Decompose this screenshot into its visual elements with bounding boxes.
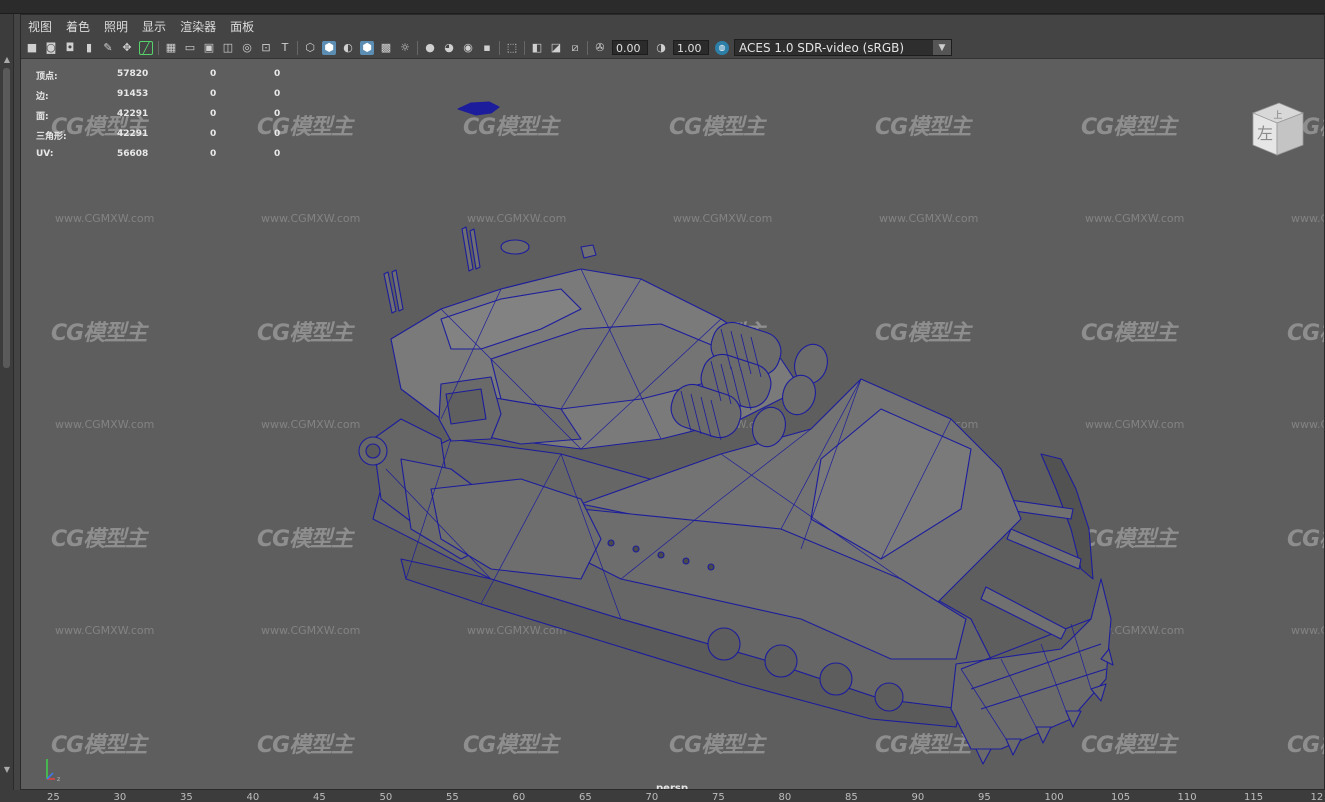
axis-gizmo: z [46, 759, 60, 783]
two-d-zoom-icon[interactable]: ╱ [139, 40, 153, 55]
motion-blur-icon[interactable]: ◉ [461, 41, 475, 55]
smooth-shade-icon[interactable]: ⬢ [322, 40, 336, 55]
camera-attributes-icon[interactable]: ◙ [44, 41, 58, 55]
ruler-tick-label: 30 [113, 792, 127, 802]
dropdown-arrow-icon[interactable]: ▼ [933, 40, 951, 55]
view-transform-value: ACES 1.0 SDR-video (sRGB) [739, 41, 905, 55]
bookmark-icon[interactable]: ◘ [63, 41, 77, 55]
grease-pencil-icon[interactable]: ✎ [101, 41, 115, 55]
ruler-tick-label: 85 [845, 792, 858, 802]
view-cube[interactable]: 上 左 [1245, 99, 1305, 157]
resolution-gate-icon[interactable]: ▣ [202, 41, 216, 55]
safe-action-icon[interactable]: ⊡ [259, 41, 273, 55]
default-material-icon[interactable]: ◐ [341, 41, 355, 55]
tank-wireframe-model[interactable] [21, 59, 1324, 789]
viewport-panel: 视图 着色 照明 显示 渲染器 面板 ■ ◙ ◘ ▮ ✎ ✥ ╱ ▦ ▭ ▣ ◫… [20, 14, 1325, 790]
svg-text:z: z [57, 776, 60, 783]
color-management-icon[interactable]: ◍ [715, 40, 729, 55]
ruler-tick-label: 60 [512, 792, 526, 802]
ruler-tick-label: 95 [978, 792, 991, 802]
title-strip [0, 0, 1325, 14]
gate-mask-icon[interactable]: ◫ [221, 41, 235, 55]
ruler-tick-label: 110 [1177, 792, 1197, 802]
film-gate-icon[interactable]: ▭ [183, 41, 197, 55]
left-scrollbar[interactable] [3, 68, 10, 368]
use-all-lights-icon[interactable]: ☼ [398, 41, 412, 55]
xray-joints-icon[interactable]: ◪ [549, 41, 563, 55]
shadows-icon[interactable]: ● [423, 41, 437, 55]
wireframe-icon[interactable]: ⬡ [303, 41, 317, 55]
gamma-icon[interactable]: ◑ [654, 41, 668, 55]
panel-menu-bar: 视图 着色 照明 显示 渲染器 面板 [21, 15, 1324, 37]
xray-active-icon[interactable]: ⧄ [568, 41, 582, 55]
screen-space-ao-icon[interactable]: ◕ [442, 41, 456, 55]
wireframe-on-shaded-icon[interactable]: ⬢ [360, 40, 374, 55]
panel-toolbar: ■ ◙ ◘ ▮ ✎ ✥ ╱ ▦ ▭ ▣ ◫ ◎ ⊡ T ⬡ ⬢ ◐ ⬢ ▩ ☼ … [21, 37, 1324, 59]
xray-icon[interactable]: ◧ [530, 41, 544, 55]
maya-viewport-window: ▲ ▼ 视图 着色 照明 显示 渲染器 面板 ■ ◙ ◘ ▮ ✎ ✥ ╱ ▦ ▭… [0, 0, 1325, 802]
image-plane-icon[interactable]: ▮ [82, 41, 96, 55]
gamma-field[interactable]: 1.00 [673, 40, 709, 55]
scroll-down-arrow-icon[interactable]: ▼ [2, 766, 12, 774]
menu-renderer[interactable]: 渲染器 [180, 18, 216, 35]
camera-select-icon[interactable]: ■ [25, 41, 39, 55]
camera-name-label: persp [656, 783, 688, 789]
ruler-tick-label: 105 [1111, 792, 1131, 802]
isolate-select-icon[interactable]: ⬚ [505, 41, 519, 55]
exposure-field[interactable]: 0.00 [612, 40, 648, 55]
ruler-tick-label: 75 [712, 792, 725, 802]
perspective-viewport[interactable]: CG模型主CG模型主CG模型主CG模型主CG模型主CG模型主CG模型主CG模型主… [21, 59, 1324, 789]
menu-shading[interactable]: 着色 [66, 18, 90, 35]
ruler-tick-label: 55 [446, 792, 459, 802]
ruler-tick-label: 100 [1044, 792, 1064, 802]
exposure-icon[interactable]: ✇ [593, 41, 607, 55]
left-shelf: ▲ ▼ [0, 14, 14, 802]
safe-title-icon[interactable]: T [278, 41, 292, 55]
view-transform-dropdown[interactable]: ACES 1.0 SDR-video (sRGB) ▼ [734, 39, 952, 56]
ruler-tick-label: 65 [579, 792, 592, 802]
field-chart-icon[interactable]: ◎ [240, 41, 254, 55]
menu-lighting[interactable]: 照明 [104, 18, 128, 35]
ruler-tick-label: 70 [645, 792, 659, 802]
menu-view[interactable]: 视图 [28, 18, 52, 35]
two-d-pan-icon[interactable]: ✥ [120, 41, 134, 55]
viewcube-top-label: 上 [1273, 110, 1282, 121]
ruler-tick-label: 25 [47, 792, 60, 802]
ruler-tick-label: 45 [313, 792, 326, 802]
anti-aliasing-icon[interactable]: ▪ [480, 41, 494, 55]
ruler-tick-label: 115 [1244, 792, 1264, 802]
ruler-tick-label: 80 [778, 792, 792, 802]
textured-icon[interactable]: ▩ [379, 41, 393, 55]
ruler-tick-label: 90 [911, 792, 925, 802]
menu-show[interactable]: 显示 [142, 18, 166, 35]
grid-icon[interactable]: ▦ [164, 41, 178, 55]
viewcube-face-label: 左 [1257, 124, 1273, 143]
scroll-up-arrow-icon[interactable]: ▲ [2, 56, 12, 64]
ruler-tick-label: 40 [246, 792, 260, 802]
ruler-tick-label: 35 [180, 792, 193, 802]
ruler-tick-label: 12 [1310, 792, 1324, 802]
menu-panels[interactable]: 面板 [230, 18, 254, 35]
ruler-tick-label: 50 [379, 792, 393, 802]
time-slider-ruler[interactable]: 25 30 35 40 45 50 55 60 65 70 75 80 85 90 95 100 105 110 1… [0, 790, 1325, 802]
